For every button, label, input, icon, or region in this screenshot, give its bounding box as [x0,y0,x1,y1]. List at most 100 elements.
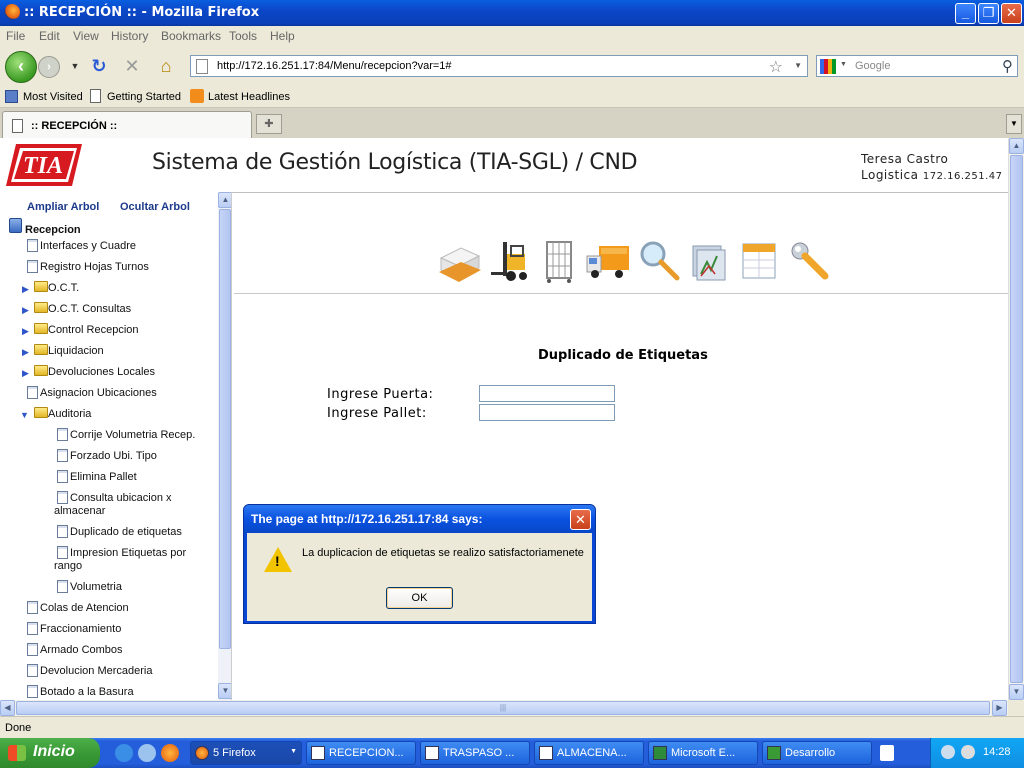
tree-item[interactable]: Armado Combos [40,644,123,656]
tree-item[interactable]: Impresion Etiquetas por [70,547,186,559]
expand-arrow-icon[interactable]: ▶ [22,368,29,379]
bookmark-most-visited[interactable]: Most Visited [23,91,83,103]
tab-list-button[interactable]: ▼ [1006,114,1022,134]
tree-item[interactable]: Elimina Pallet [70,471,137,483]
minimize-button[interactable]: _ [955,3,976,24]
bookmark-latest-headlines[interactable]: Latest Headlines [208,91,290,103]
ie-icon[interactable] [115,744,133,762]
taskbar-almacena[interactable]: ALMACENA... [534,741,644,765]
tree-scroll-down[interactable]: ▼ [218,683,231,699]
taskbar-traspaso[interactable]: TRASPASO ... [420,741,530,765]
tree-item[interactable]: Registro Hojas Turnos [40,261,149,273]
tree-item[interactable]: Liquidacion [48,345,104,357]
search-placeholder[interactable]: Google [855,60,890,72]
help-icon[interactable] [880,745,894,761]
start-button[interactable]: Inicio [0,738,100,768]
menu-file[interactable]: File [6,29,25,43]
tree-item[interactable]: Botado a la Basura [40,686,134,698]
page-scroll-down[interactable]: ▼ [1009,684,1024,700]
tree-item[interactable]: O.C.T. [48,282,79,294]
menu-history[interactable]: History [111,29,148,43]
maximize-button[interactable]: ❐ [978,3,999,24]
firefox-quicklaunch-icon[interactable] [161,744,179,762]
expand-tree-link[interactable]: Ampliar Arbol [27,201,99,213]
google-icon[interactable] [820,59,836,74]
network-icon[interactable] [941,745,955,759]
tree-scrollbar[interactable]: ▲ ▼ [218,192,231,700]
wrench-icon[interactable] [787,238,833,284]
page-scroll-right[interactable]: ▶ [992,700,1007,716]
cart-icon[interactable] [537,238,583,284]
taskbar-desarrollo[interactable]: Desarrollo [762,741,872,765]
collapse-arrow-icon[interactable]: ▼ [20,410,29,420]
menu-help[interactable]: Help [270,29,295,43]
expand-arrow-icon[interactable]: ▶ [22,305,29,316]
tree-item[interactable]: Control Recepcion [48,324,139,336]
page-scroll-left[interactable]: ◀ [0,700,15,716]
tab-label[interactable]: :: RECEPCIÓN :: [31,120,117,132]
tree-item[interactable]: Forzado Ubi. Tipo [70,450,157,462]
menu-bookmarks[interactable]: Bookmarks [161,29,221,43]
calendar-icon[interactable] [737,238,783,284]
close-button[interactable]: ✕ [1001,3,1022,24]
url-bar[interactable]: http://172.16.251.17:84/Menu/recepcion?v… [190,55,808,77]
taskbar-recepcion[interactable]: RECEPCION... [306,741,416,765]
menu-edit[interactable]: Edit [39,29,60,43]
tree-scroll-thumb[interactable] [219,209,231,649]
search-bar[interactable]: ▼ Google ⚲ [816,55,1018,77]
tree-item[interactable]: Asignacion Ubicaciones [40,387,157,399]
tree-item-continuation[interactable]: rango [54,560,82,572]
url-dropdown-icon[interactable]: ▼ [794,61,802,70]
tree-item[interactable]: Consulta ubicacion x [70,492,172,504]
hide-tree-link[interactable]: Ocultar Arbol [120,201,190,213]
menu-tools[interactable]: Tools [229,29,257,43]
tab-recepcion[interactable]: :: RECEPCIÓN :: [2,111,252,138]
truck-icon[interactable] [585,238,631,284]
history-dropdown-icon[interactable]: ▼ [64,56,86,76]
tree-item[interactable]: Devoluciones Locales [48,366,155,378]
page-hscroll-thumb[interactable]: ||| [16,701,990,715]
url-text[interactable]: http://172.16.251.17:84/Menu/recepcion?v… [217,60,452,72]
page-scroll-thumb[interactable] [1010,155,1023,683]
bookmark-getting-started[interactable]: Getting Started [107,91,181,103]
forklift-icon[interactable] [487,238,533,284]
forward-button[interactable]: › [38,56,60,78]
tree-item[interactable]: Colas de Atencion [40,602,129,614]
tree-item[interactable]: Corrije Volumetria Recep. [70,429,195,441]
expand-arrow-icon[interactable]: ▶ [22,284,29,295]
home-icon[interactable]: ⌂ [155,56,177,76]
taskbar-firefox[interactable]: 5 Firefox ▼ [190,741,302,765]
magnifier-icon[interactable] [637,238,683,284]
page-horizontal-scrollbar[interactable]: ◀ ||| ▶ [0,700,1008,716]
door-input[interactable] [479,385,615,402]
explorer-icon[interactable] [138,744,156,762]
tree-item[interactable]: Devolucion Mercaderia [40,665,153,677]
page-scroll-up[interactable]: ▲ [1009,138,1024,154]
folders-icon[interactable] [687,238,733,284]
expand-arrow-icon[interactable]: ▶ [22,347,29,358]
tree-item[interactable]: Auditoria [48,408,91,420]
ok-button[interactable]: OK [386,587,453,609]
reload-icon[interactable]: ↻ [88,56,110,76]
tree-root-recepcion[interactable]: Recepcion [25,224,81,236]
tree-item[interactable]: Fraccionamiento [40,623,121,635]
search-engine-dropdown-icon[interactable]: ▼ [840,61,847,68]
menu-view[interactable]: View [73,29,99,43]
tree-item[interactable]: Duplicado de etiquetas [70,526,182,538]
pallet-input[interactable] [479,404,615,421]
dialog-titlebar[interactable]: The page at http://172.16.251.17:84 says… [244,505,595,533]
page-vertical-scrollbar[interactable]: ▲ ▼ [1008,138,1024,700]
new-tab-button[interactable]: ✚ [256,114,282,134]
dialog-close-button[interactable]: ✕ [570,509,591,530]
expand-arrow-icon[interactable]: ▶ [22,326,29,337]
tree-item-continuation[interactable]: almacenar [54,505,105,517]
back-button[interactable]: ‹ [5,51,37,83]
tree-scroll-up[interactable]: ▲ [218,192,231,208]
taskbar-excel[interactable]: Microsoft E... [648,741,758,765]
tree-item[interactable]: Interfaces y Cuadre [40,240,136,252]
tree-item[interactable]: O.C.T. Consultas [48,303,131,315]
tree-item[interactable]: Volumetria [70,581,122,593]
pallet-icon[interactable] [437,238,483,284]
stop-icon[interactable]: ✕ [121,56,143,76]
search-icon[interactable]: ⚲ [1002,57,1013,75]
